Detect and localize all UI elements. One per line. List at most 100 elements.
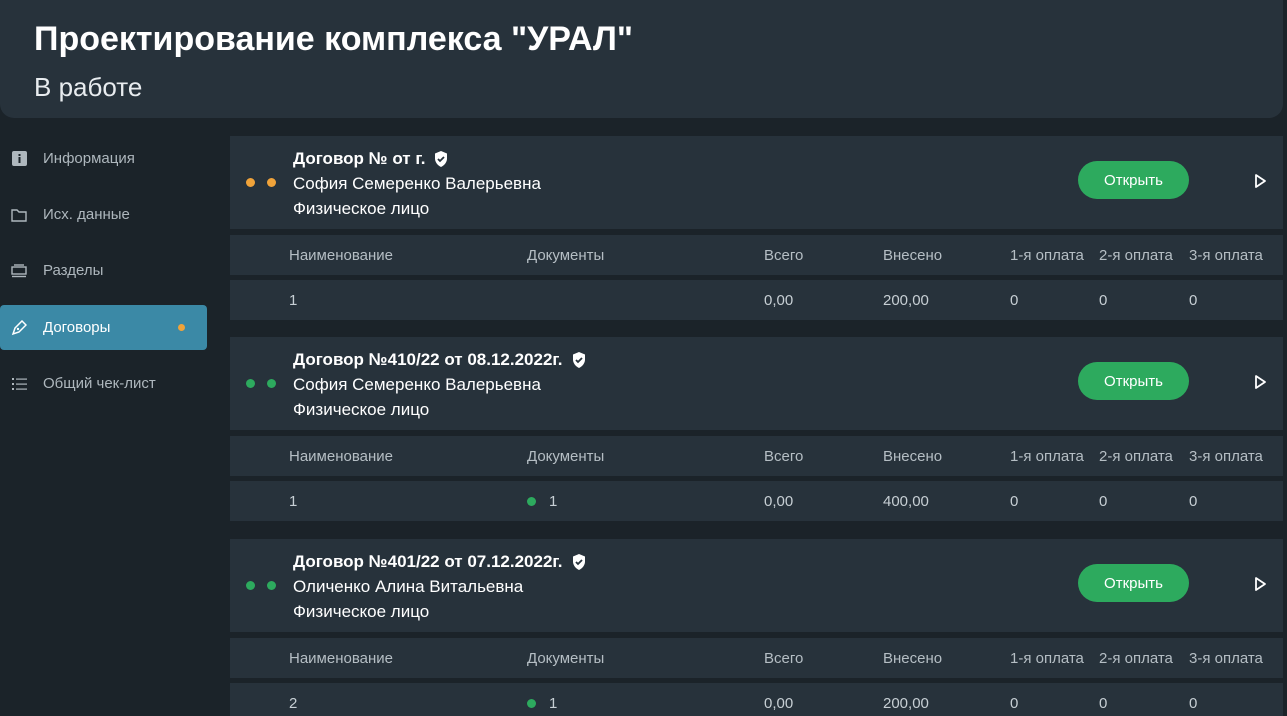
document-status-dot (527, 698, 536, 708)
open-button[interactable]: Открыть (1078, 161, 1189, 199)
contract-type: Физическое лицо (293, 199, 430, 218)
col-payment3: 3-я оплата (1189, 246, 1263, 264)
expand-arrow-icon[interactable] (1254, 374, 1268, 390)
col-name: Наименование (289, 246, 393, 264)
col-total: Всего (764, 246, 804, 264)
layers-icon (11, 263, 27, 279)
cell-total: 0,00 (764, 492, 794, 510)
document-count[interactable]: 1 (549, 493, 557, 510)
table-header: Наименование Документы Всего Внесено 1-я… (230, 235, 1283, 275)
cell-payment3: 0 (1189, 694, 1198, 712)
checklist-icon (11, 376, 27, 392)
status-indicator (246, 136, 276, 229)
cell-paid: 200,00 (883, 291, 929, 309)
contract-title: Договор №410/22 от 08.12.2022г. (293, 350, 563, 369)
sidebar-item-info[interactable]: Информация (0, 136, 207, 181)
table-header: Наименование Документы Всего Внесено 1-я… (230, 436, 1283, 476)
project-status: В работе (34, 72, 143, 102)
expand-arrow-icon[interactable] (1254, 173, 1268, 189)
contract-type: Физическое лицо (293, 400, 430, 419)
document-status-dot (527, 496, 536, 506)
cell-paid: 200,00 (883, 694, 929, 712)
contract-title: Договор № от г. (293, 149, 426, 168)
cell-name: 2 (289, 694, 298, 712)
status-indicator (246, 337, 276, 430)
sidebar-item-label: Общий чек-лист (43, 375, 156, 392)
folder-icon (11, 207, 27, 223)
sidebar-item-label: Исх. данные (43, 206, 130, 223)
cell-payment2: 0 (1099, 694, 1108, 712)
col-payment3: 3-я оплата (1189, 447, 1263, 465)
cell-name: 1 (289, 492, 298, 510)
cell-payment1: 0 (1010, 291, 1019, 309)
table-header: Наименование Документы Всего Внесено 1-я… (230, 638, 1283, 678)
col-payment1: 1-я оплата (1010, 447, 1084, 465)
shield-check-icon (572, 351, 585, 368)
col-payment2: 2-я оплата (1099, 246, 1173, 264)
sidebar-item-label: Разделы (43, 262, 104, 279)
info-icon (11, 151, 27, 167)
table-row[interactable]: 1 1 0,00 400,00 0 0 0 (230, 481, 1283, 521)
col-payment2: 2-я оплата (1099, 447, 1173, 465)
cell-total: 0,00 (764, 694, 794, 712)
status-dot (267, 379, 276, 388)
cell-payment1: 0 (1010, 492, 1019, 510)
table-row[interactable]: 2 1 0,00 200,00 0 0 0 (230, 683, 1283, 716)
status-dot (246, 379, 255, 388)
col-documents: Документы (527, 649, 605, 667)
sidebar-item-sections[interactable]: Разделы (0, 248, 207, 293)
shield-check-icon (572, 553, 585, 570)
contract-title: Договор №401/22 от 07.12.2022г. (293, 552, 563, 571)
col-payment2: 2-я оплата (1099, 649, 1173, 667)
sidebar-item-label: Информация (43, 150, 135, 167)
col-name: Наименование (289, 447, 393, 465)
cell-name: 1 (289, 291, 298, 309)
cell-documents: 1 (527, 481, 557, 521)
col-payment3: 3-я оплата (1189, 649, 1263, 667)
sidebar-item-source-data[interactable]: Исх. данные (0, 192, 207, 237)
contract-header: Договор № от г. София Семеренко Валерьев… (230, 136, 1283, 229)
document-count[interactable]: 1 (549, 695, 557, 712)
col-total: Всего (764, 447, 804, 465)
col-paid: Внесено (883, 246, 943, 264)
expand-arrow-icon[interactable] (1254, 576, 1268, 592)
contract-person: София Семеренко Валерьевна (293, 375, 541, 394)
sidebar-item-checklist[interactable]: Общий чек-лист (0, 361, 207, 406)
pen-icon (11, 319, 27, 336)
col-payment1: 1-я оплата (1010, 246, 1084, 264)
project-title: Проектирование комплекса "УРАЛ" (34, 20, 633, 58)
col-documents: Документы (527, 447, 605, 465)
contract-header: Договор №410/22 от 08.12.2022г. София Се… (230, 337, 1283, 430)
sidebar-item-contracts[interactable]: Договоры (0, 305, 207, 350)
col-name: Наименование (289, 649, 393, 667)
notification-dot (178, 324, 185, 331)
contract-type: Физическое лицо (293, 602, 430, 621)
status-dot (267, 178, 276, 187)
status-dot (246, 581, 255, 590)
open-button[interactable]: Открыть (1078, 362, 1189, 400)
cell-total: 0,00 (764, 291, 794, 309)
contract-person: Оличенко Алина Витальевна (293, 577, 524, 596)
status-indicator (246, 539, 276, 632)
page-header: Проектирование комплекса "УРАЛ" В работе (0, 0, 1283, 118)
sidebar-item-label: Договоры (43, 319, 111, 336)
open-button[interactable]: Открыть (1078, 564, 1189, 602)
col-paid: Внесено (883, 447, 943, 465)
status-dot (246, 178, 255, 187)
cell-paid: 400,00 (883, 492, 929, 510)
contract-person: София Семеренко Валерьевна (293, 174, 541, 193)
table-row[interactable]: 1 0,00 200,00 0 0 0 (230, 280, 1283, 320)
col-documents: Документы (527, 246, 605, 264)
cell-payment2: 0 (1099, 492, 1108, 510)
cell-documents: 1 (527, 683, 557, 716)
contract-header: Договор №401/22 от 07.12.2022г. Оличенко… (230, 539, 1283, 632)
cell-payment3: 0 (1189, 291, 1198, 309)
col-total: Всего (764, 649, 804, 667)
shield-check-icon (435, 150, 448, 167)
cell-payment1: 0 (1010, 694, 1019, 712)
col-payment1: 1-я оплата (1010, 649, 1084, 667)
cell-payment3: 0 (1189, 492, 1198, 510)
col-paid: Внесено (883, 649, 943, 667)
cell-payment2: 0 (1099, 291, 1108, 309)
status-dot (267, 581, 276, 590)
